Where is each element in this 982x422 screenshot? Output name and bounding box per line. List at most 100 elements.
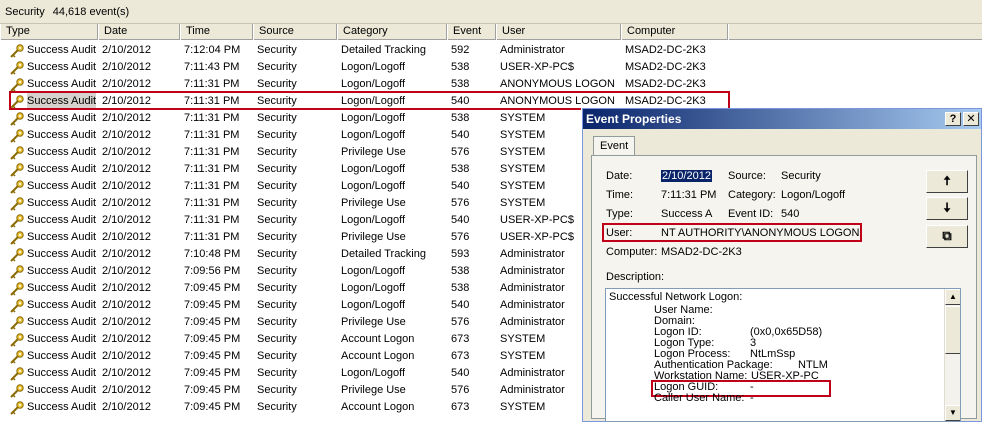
cell-time: 7:09:45 PM bbox=[184, 299, 241, 311]
cell-date: 2/10/2012 bbox=[102, 248, 151, 260]
cell-date: 2/10/2012 bbox=[102, 367, 151, 379]
column-header-date[interactable]: Date bbox=[98, 24, 180, 40]
cell-type: Success Audit bbox=[27, 180, 97, 192]
cell-category: Logon/Logoff bbox=[341, 129, 406, 141]
cell-time: 7:11:43 PM bbox=[184, 61, 240, 73]
cell-time: 7:11:31 PM bbox=[184, 163, 240, 175]
cell-category: Logon/Logoff bbox=[341, 367, 406, 379]
close-button[interactable]: ✕ bbox=[963, 112, 979, 126]
key-icon bbox=[10, 129, 24, 143]
cell-type: Success Audit bbox=[27, 197, 97, 209]
cell-source: Security bbox=[257, 282, 297, 294]
cell-date: 2/10/2012 bbox=[102, 180, 151, 192]
cell-time: 7:09:45 PM bbox=[184, 316, 241, 328]
cell-type: Success Audit bbox=[27, 401, 97, 413]
cell-source: Security bbox=[257, 265, 297, 277]
cell-category: Privilege Use bbox=[341, 146, 406, 158]
column-header-computer[interactable]: Computer bbox=[621, 24, 728, 40]
cell-computer: MSAD2-DC-2K3 bbox=[625, 61, 706, 73]
cell-user: USER-XP-PC$ bbox=[500, 214, 574, 226]
cell-event: 540 bbox=[451, 180, 470, 192]
cell-event: 540 bbox=[451, 129, 470, 141]
next-event-button[interactable]: 🠇 bbox=[926, 197, 968, 220]
cell-time: 7:09:45 PM bbox=[184, 350, 241, 362]
cell-category: Privilege Use bbox=[341, 197, 406, 209]
key-icon bbox=[10, 333, 24, 347]
cell-event: 576 bbox=[451, 146, 470, 158]
cell-time: 7:09:45 PM bbox=[184, 282, 241, 294]
cell-date: 2/10/2012 bbox=[102, 78, 151, 90]
column-header-category[interactable]: Category bbox=[337, 24, 447, 40]
cell-event: 576 bbox=[451, 384, 470, 396]
cell-category: Privilege Use bbox=[341, 316, 406, 328]
cell-date: 2/10/2012 bbox=[102, 163, 151, 175]
cell-event: 540 bbox=[451, 95, 470, 107]
cell-source: Security bbox=[257, 401, 297, 413]
key-icon bbox=[10, 401, 24, 415]
column-header-user[interactable]: User bbox=[496, 24, 621, 40]
source-label: Source: bbox=[728, 170, 766, 182]
cell-date: 2/10/2012 bbox=[102, 316, 151, 328]
cell-user: Administrator bbox=[500, 265, 565, 277]
cell-source: Security bbox=[257, 197, 297, 209]
key-icon bbox=[10, 163, 24, 177]
scroll-down-arrow-icon[interactable]: ▼ bbox=[945, 405, 960, 421]
scroll-thumb[interactable] bbox=[945, 306, 960, 354]
cell-time: 7:11:31 PM bbox=[184, 180, 240, 192]
cell-time: 7:12:04 PM bbox=[184, 44, 241, 56]
column-header-event[interactable]: Event bbox=[447, 24, 496, 40]
arrow-down-icon: 🠇 bbox=[943, 200, 951, 215]
cell-date: 2/10/2012 bbox=[102, 333, 151, 345]
cell-date: 2/10/2012 bbox=[102, 384, 151, 396]
previous-event-button[interactable]: 🠅 bbox=[926, 170, 968, 193]
key-icon bbox=[10, 299, 24, 313]
cell-date: 2/10/2012 bbox=[102, 265, 151, 277]
cell-time: 7:11:31 PM bbox=[184, 214, 240, 226]
table-row[interactable]: Success Audit 2/10/2012 7:11:43 PM Security… bbox=[0, 59, 982, 76]
table-row[interactable]: Success Audit 2/10/2012 7:11:31 PM Security… bbox=[0, 76, 982, 93]
cell-category: Logon/Logoff bbox=[341, 180, 406, 192]
cell-computer: MSAD2-DC-2K3 bbox=[625, 44, 706, 56]
cell-event: 538 bbox=[451, 78, 470, 90]
cell-user: SYSTEM bbox=[500, 146, 546, 158]
cell-category: Logon/Logoff bbox=[341, 95, 406, 107]
cell-user: ANONYMOUS LOGON bbox=[500, 78, 615, 90]
cell-time: 7:11:31 PM bbox=[184, 197, 240, 209]
log-name: Security bbox=[5, 5, 45, 18]
description-scrollbar[interactable]: ▲ ▼ bbox=[944, 289, 960, 421]
cell-time: 7:11:31 PM bbox=[184, 231, 240, 243]
column-header-time[interactable]: Time bbox=[180, 24, 253, 40]
cell-type: Success Audit bbox=[27, 299, 97, 311]
status-bar: Security 44,618 event(s) bbox=[0, 0, 982, 24]
cell-type: Success Audit bbox=[27, 163, 97, 175]
cell-date: 2/10/2012 bbox=[102, 61, 151, 73]
cell-category: Privilege Use bbox=[341, 384, 406, 396]
cell-user: Administrator bbox=[500, 316, 565, 328]
cell-date: 2/10/2012 bbox=[102, 146, 151, 158]
key-icon bbox=[10, 95, 24, 109]
user-label: User: bbox=[606, 227, 633, 239]
column-header-type[interactable]: Type bbox=[0, 24, 98, 40]
source-value: Security bbox=[781, 170, 821, 182]
cell-user: SYSTEM bbox=[500, 401, 546, 413]
copy-button[interactable]: ⧉ bbox=[926, 225, 968, 248]
cell-type: Success Audit bbox=[27, 112, 97, 124]
cell-event: 673 bbox=[451, 401, 470, 413]
date-label: Date: bbox=[606, 170, 633, 182]
help-button[interactable]: ? bbox=[945, 112, 961, 126]
date-value[interactable]: 2/10/2012 bbox=[661, 170, 712, 182]
key-icon bbox=[10, 350, 24, 364]
tab-event[interactable]: Event bbox=[593, 136, 635, 156]
scroll-up-arrow-icon[interactable]: ▲ bbox=[945, 289, 960, 305]
cell-source: Security bbox=[257, 248, 297, 260]
cell-type: Success Audit bbox=[27, 93, 97, 110]
cell-source: Security bbox=[257, 316, 297, 328]
table-row[interactable]: Success Audit 2/10/2012 7:12:04 PM Security… bbox=[0, 42, 982, 59]
cell-date: 2/10/2012 bbox=[102, 112, 151, 124]
cell-date: 2/10/2012 bbox=[102, 350, 151, 362]
cell-type: Success Audit bbox=[27, 129, 97, 141]
description-textbox[interactable]: Successful Network Logon: ▲ ▼ User Name:… bbox=[605, 288, 961, 422]
cell-time: 7:11:31 PM bbox=[184, 95, 240, 107]
cell-event: 540 bbox=[451, 299, 470, 311]
column-header-source[interactable]: Source bbox=[253, 24, 337, 40]
